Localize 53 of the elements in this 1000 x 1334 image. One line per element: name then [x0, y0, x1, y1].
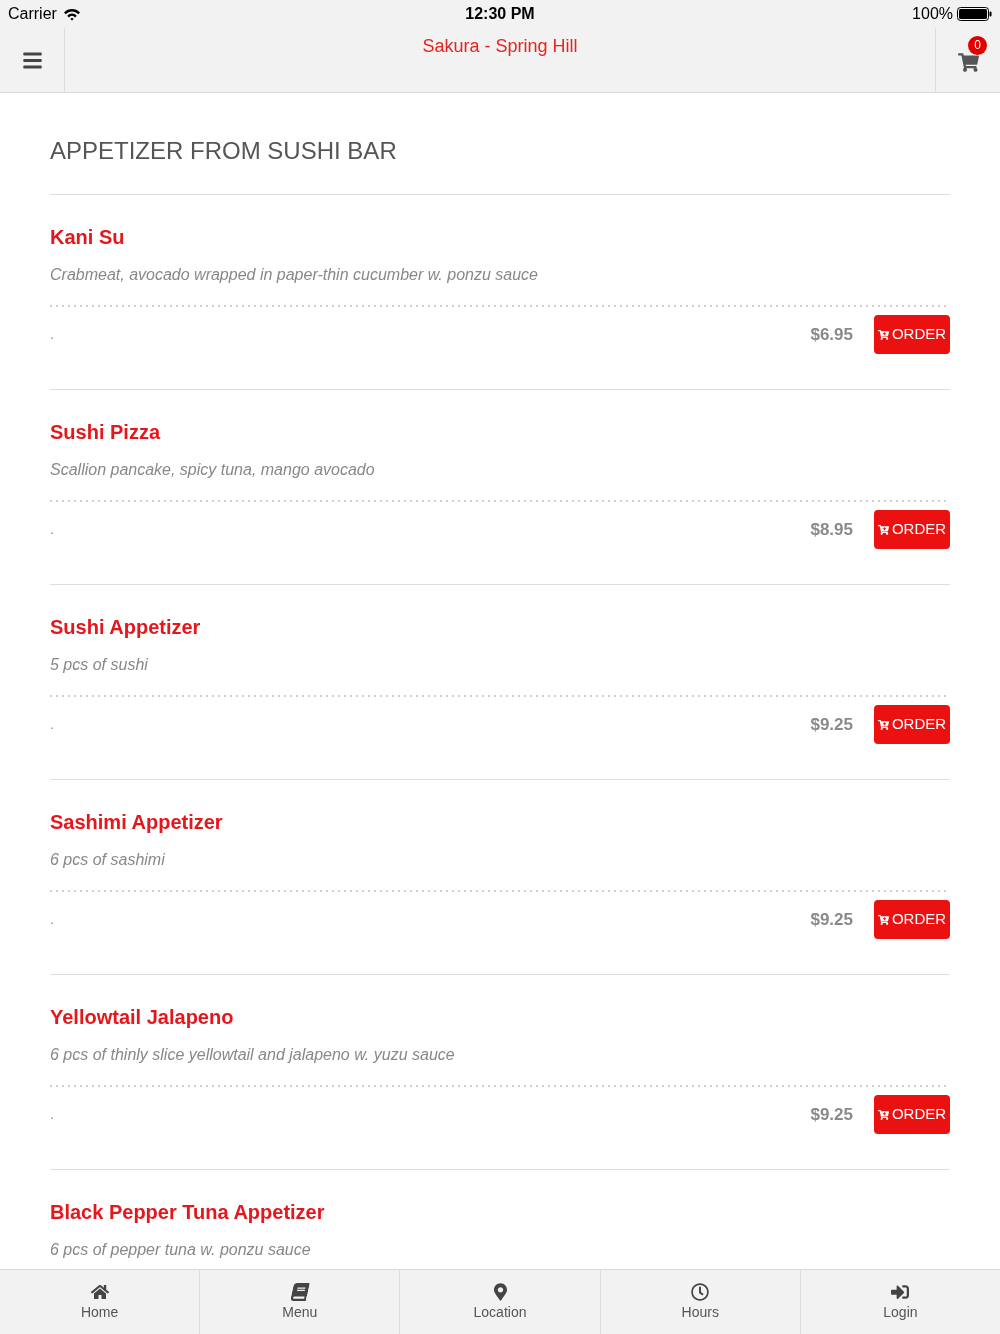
cart-plus-icon	[877, 329, 889, 340]
item-name: Yellowtail Jalapeno	[50, 1005, 234, 1030]
item-name: Sushi Appetizer	[50, 615, 201, 640]
item-description: 6 pcs of thinly slice yellowtail and jalapeno w. yuzu sauce	[50, 1045, 455, 1065]
item-description: 6 pcs of pepper tuna w. ponzu sauce	[50, 1240, 311, 1260]
item-name: Kani Su	[50, 225, 125, 250]
wifi-icon	[62, 7, 81, 21]
carrier-label: Carrier	[8, 4, 57, 24]
cart-plus-icon	[877, 1109, 889, 1120]
item-price: $9.25	[810, 1103, 853, 1126]
item-description: Scallion pancake, spicy tuna, mango avocado	[50, 460, 375, 480]
cart-plus-icon	[877, 914, 889, 925]
section-title: APPETIZER FROM SUSHI BAR	[50, 136, 397, 166]
item-price: $8.95	[810, 518, 853, 541]
item-note: .	[50, 910, 54, 929]
item-note: .	[50, 1105, 54, 1124]
tab-bar-item[interactable]: Hours	[599, 1270, 800, 1334]
order-button[interactable]: ORDER	[874, 315, 950, 354]
battery-icon	[957, 7, 992, 21]
order-button[interactable]: ORDER	[874, 1095, 950, 1134]
item-note: .	[50, 715, 54, 734]
item-description: 6 pcs of sashimi	[50, 850, 165, 870]
map-pin-icon	[493, 1283, 507, 1301]
cart-plus-icon	[877, 524, 889, 535]
item-price: $9.25	[810, 713, 853, 736]
item-description: Crabmeat, avocado wrapped in paper-thin cucumber w. ponzu sauce	[50, 265, 538, 285]
item-name: Sushi Pizza	[50, 420, 161, 445]
cart-plus-icon	[877, 719, 889, 730]
order-button[interactable]: ORDER	[874, 900, 950, 939]
home-icon	[90, 1283, 109, 1301]
order-button[interactable]: ORDER	[874, 705, 950, 744]
cart-count-badge: 0	[968, 36, 987, 55]
clock-icon	[691, 1283, 710, 1301]
item-name: Sashimi Appetizer	[50, 810, 223, 835]
battery-percent: 100%	[912, 4, 953, 24]
item-description: 5 pcs of sushi	[50, 655, 148, 675]
tab-bar-item[interactable]: Location	[399, 1270, 600, 1334]
item-price: $9.25	[810, 908, 853, 931]
order-button[interactable]: ORDER	[874, 510, 950, 549]
item-price: $6.95	[810, 323, 853, 346]
tab-bar-item[interactable]: Home	[0, 1270, 200, 1334]
item-name: Black Pepper Tuna Appetizer	[50, 1200, 325, 1225]
tab-bar-item[interactable]: Menu	[199, 1270, 400, 1334]
menu-icon	[21, 49, 43, 71]
book-icon	[289, 1283, 310, 1301]
item-note: .	[50, 520, 54, 539]
item-note: .	[50, 325, 54, 344]
restaurant-title: Sakura - Spring Hill	[422, 35, 578, 58]
status-time: 12:30 PM	[465, 4, 535, 24]
tab-bar-item[interactable]: Login	[799, 1270, 1000, 1334]
sign-in-icon	[891, 1283, 910, 1301]
cart-icon	[957, 52, 979, 72]
cart-button[interactable]: 0	[935, 28, 1000, 92]
